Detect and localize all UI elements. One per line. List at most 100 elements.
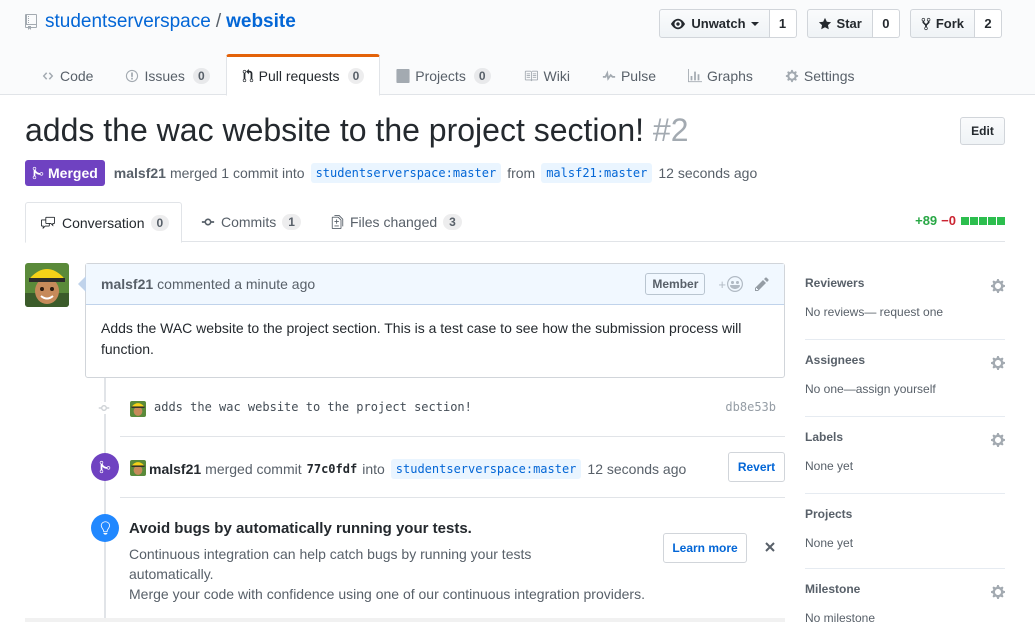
- tab-files-changed-label: Files changed: [350, 214, 438, 230]
- merge-time[interactable]: 12 seconds ago: [587, 461, 686, 477]
- base-branch-owner: studentserverspace: [315, 166, 446, 180]
- git-merge-icon: [32, 166, 44, 180]
- tab-conversation[interactable]: Conversation 0: [25, 202, 182, 243]
- comment-header: malsf21 commented a minute ago Member +: [86, 264, 784, 305]
- diffstat[interactable]: +89 −0: [915, 213, 1005, 228]
- tab-files-changed[interactable]: Files changed 3: [317, 202, 476, 242]
- comment-author-link[interactable]: malsf21: [101, 276, 153, 292]
- sidebar-reviewers: Reviewers No reviews— request one: [805, 263, 1005, 340]
- nav-pulse[interactable]: Pulse: [586, 54, 672, 95]
- milestone-heading: Milestone: [805, 582, 861, 596]
- base-branch-name: master: [452, 166, 497, 180]
- star-button[interactable]: Star: [806, 9, 873, 38]
- light-bulb-icon: [91, 514, 119, 542]
- projects-heading: Projects: [805, 507, 853, 521]
- nav-code[interactable]: Code: [25, 54, 109, 95]
- fork-button[interactable]: Fork: [909, 9, 975, 38]
- assignees-value[interactable]: No one—assign yourself: [805, 382, 1005, 396]
- head-branch-ref[interactable]: malsf21:master: [541, 163, 653, 183]
- merge-base-branch: master: [533, 462, 577, 476]
- revert-button[interactable]: Revert: [728, 452, 785, 482]
- pr-tabs: Conversation 0 Commits 1 Files changed 3: [25, 202, 1005, 243]
- add-reaction-button[interactable]: +: [718, 276, 743, 292]
- avatar[interactable]: [130, 460, 146, 476]
- stargazers-count[interactable]: 0: [872, 9, 900, 38]
- diffstat-block: [979, 216, 987, 225]
- gear-icon[interactable]: [991, 432, 1005, 448]
- edit-title-button[interactable]: Edit: [960, 117, 1005, 145]
- sidebar-projects: Projects None yet: [805, 494, 1005, 569]
- pr-merged-time[interactable]: 12 seconds ago: [658, 165, 757, 181]
- nav-graphs[interactable]: Graphs: [672, 54, 769, 95]
- assignees-heading: Assignees: [805, 353, 866, 367]
- tab-commits-label: Commits: [221, 214, 277, 230]
- fork-group: Fork 2: [909, 9, 1002, 38]
- diffstat-block: [988, 216, 996, 225]
- base-branch-ref[interactable]: studentserverspace:master: [310, 163, 502, 183]
- forks-count[interactable]: 2: [975, 9, 1002, 38]
- graph-icon: [687, 68, 702, 83]
- sidebar-assignees: Assignees No one—assign yourself: [805, 340, 1005, 417]
- repo-name-link[interactable]: website: [226, 11, 296, 33]
- merge-into-text: into: [362, 461, 385, 477]
- merge-author-link[interactable]: malsf21: [149, 461, 201, 477]
- nav-wiki[interactable]: Wiki: [507, 54, 586, 95]
- nav-code-label: Code: [60, 67, 94, 84]
- tab-commits[interactable]: Commits 1: [187, 202, 315, 242]
- sidebar-labels: Labels None yet: [805, 417, 1005, 494]
- eye-icon: [670, 17, 686, 31]
- merge-base-branch-ref[interactable]: studentserverspace:master: [390, 459, 582, 479]
- book-icon: [523, 69, 539, 83]
- commit-message-link[interactable]: adds the wac website to the project sect…: [154, 400, 472, 414]
- pr-author-link[interactable]: malsf21: [114, 165, 166, 181]
- commit-sha-link[interactable]: db8e53b: [725, 400, 776, 414]
- sidebar-milestone: Milestone No milestone: [805, 569, 1005, 632]
- ci-prompt-text: Continuous integration can help catch bu…: [129, 544, 645, 604]
- watchers-count[interactable]: 1: [769, 9, 797, 38]
- nav-settings[interactable]: Settings: [769, 54, 871, 95]
- git-commit-icon: [98, 402, 110, 414]
- gear-icon[interactable]: [991, 278, 1005, 294]
- repo-forked-icon: [921, 17, 931, 31]
- repo-owner-link[interactable]: studentserverspace: [45, 11, 211, 33]
- state-badge: Merged: [25, 160, 105, 186]
- divider: [120, 436, 785, 437]
- avatar[interactable]: [130, 401, 146, 417]
- star-icon: [818, 17, 832, 31]
- git-pull-request-icon: [242, 69, 254, 83]
- nav-projects[interactable]: Projects 0: [380, 54, 506, 95]
- merge-commit-sha-link[interactable]: 77c0fdf: [307, 462, 358, 476]
- labels-heading: Labels: [805, 430, 844, 444]
- diffstat-additions: +89: [915, 213, 938, 228]
- state-label: Merged: [48, 165, 98, 181]
- avatar[interactable]: [25, 263, 69, 307]
- ci-prompt: Avoid bugs by automatically running your…: [91, 514, 785, 614]
- tab-conversation-count: 0: [150, 214, 170, 231]
- reviewers-value[interactable]: No reviews— request one: [805, 305, 1005, 319]
- close-icon[interactable]: [764, 541, 776, 553]
- nav-pull-requests-label: Pull requests: [258, 68, 340, 84]
- smiley-icon: [727, 276, 743, 292]
- git-merge-icon: [91, 453, 119, 481]
- nav-issues[interactable]: Issues 0: [109, 54, 225, 95]
- nav-issues-count: 0: [192, 67, 210, 84]
- plus-icon: +: [718, 276, 726, 292]
- ci-prompt-line-2: Merge your code with confidence using on…: [129, 586, 645, 602]
- gear-icon[interactable]: [991, 584, 1005, 600]
- gear-icon[interactable]: [991, 355, 1005, 371]
- nav-pull-requests[interactable]: Pull requests 0: [225, 54, 381, 96]
- git-commit-icon: [201, 215, 215, 229]
- nav-pull-requests-count: 0: [347, 68, 365, 84]
- comment-box: malsf21 commented a minute ago Member + …: [78, 263, 785, 378]
- comment-time[interactable]: a minute ago: [234, 276, 315, 292]
- unwatch-label: Unwatch: [691, 16, 746, 31]
- merged-text: merged 1 commit into: [169, 165, 305, 181]
- learn-more-button[interactable]: Learn more: [663, 533, 747, 563]
- repo-path-separator: /: [215, 11, 222, 32]
- nav-projects-label: Projects: [415, 67, 466, 84]
- star-label: Star: [836, 16, 862, 31]
- head-branch-owner: malsf21: [546, 166, 597, 180]
- unwatch-button[interactable]: Unwatch: [659, 9, 770, 38]
- pencil-icon[interactable]: [755, 276, 769, 292]
- projects-value: None yet: [805, 536, 854, 550]
